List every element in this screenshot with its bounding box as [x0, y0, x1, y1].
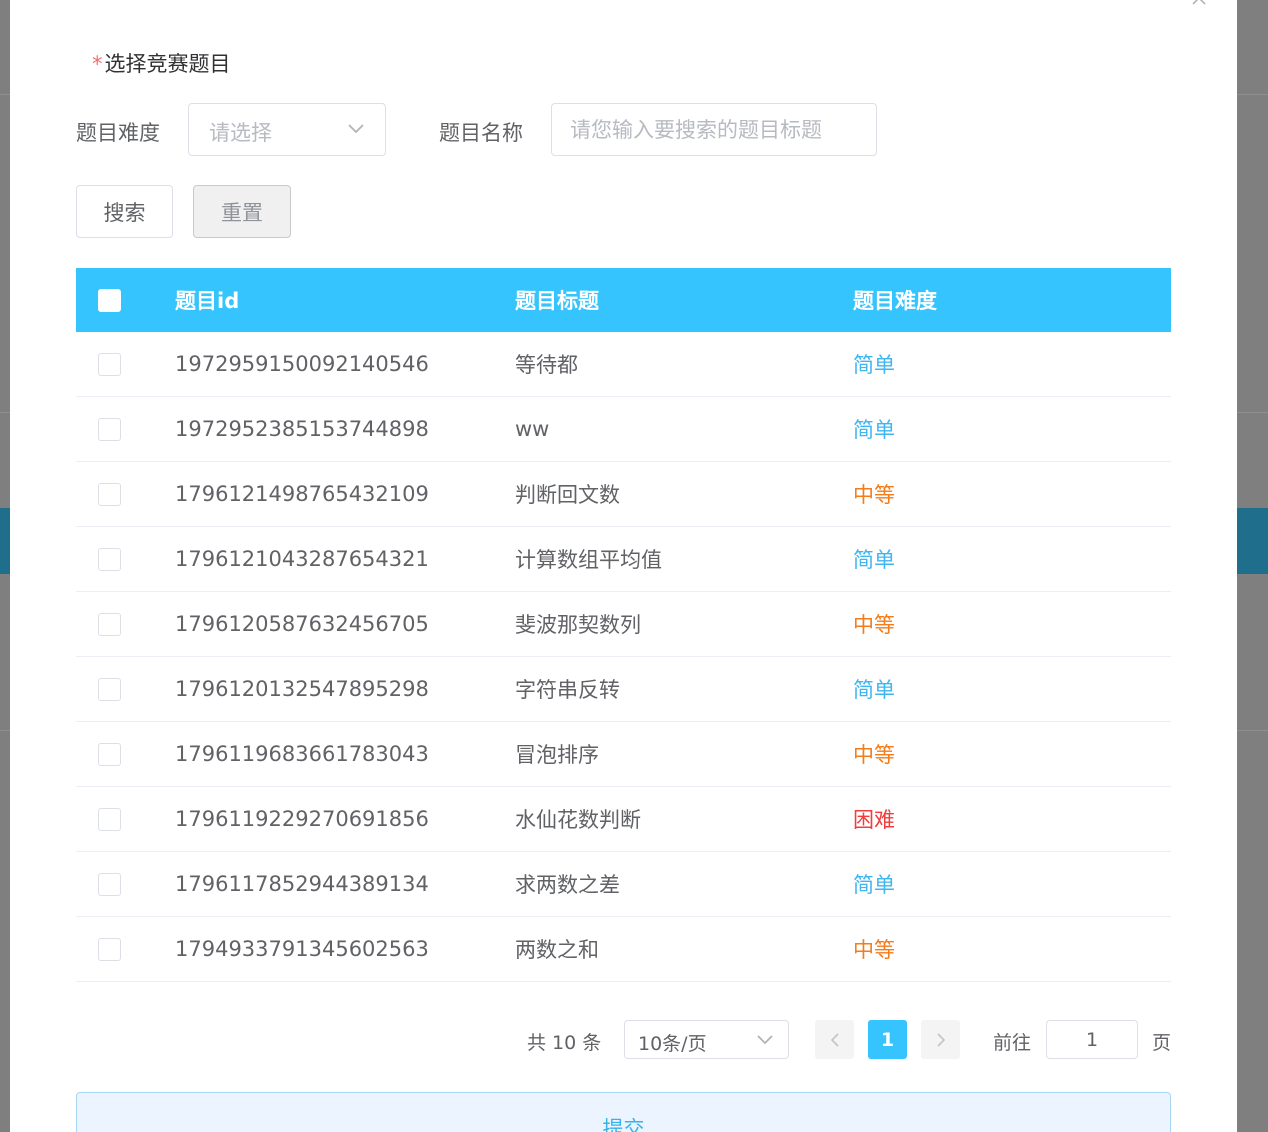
row-checkbox[interactable]	[98, 807, 121, 831]
search-button[interactable]: 搜索	[76, 185, 173, 238]
table-row: 1796117852944389134 求两数之差 简单	[76, 852, 1171, 917]
row-checkbox[interactable]	[98, 352, 121, 376]
chevron-right-icon	[936, 1032, 945, 1047]
section-title-text: 选择竞赛题目	[104, 52, 231, 76]
table-row: 1972959150092140546 等待都 简单	[76, 332, 1171, 397]
row-title: 求两数之差	[515, 873, 620, 897]
page-number-current[interactable]: 1	[868, 1020, 907, 1059]
row-id: 1796117852944389134	[175, 872, 429, 896]
row-id: 1796120587632456705	[175, 612, 429, 636]
row-title: 斐波那契数列	[515, 613, 641, 637]
row-id: 1972959150092140546	[175, 352, 429, 376]
table-row: 1796119683661783043 冒泡排序 中等	[76, 722, 1171, 787]
chevron-down-icon	[348, 124, 364, 134]
page-size-select[interactable]: 10条/页	[624, 1020, 789, 1059]
row-difficulty: 中等	[853, 938, 895, 962]
row-checkbox[interactable]	[98, 612, 121, 636]
row-checkbox[interactable]	[98, 872, 121, 896]
row-title: 计算数组平均值	[515, 548, 662, 572]
row-difficulty: 简单	[853, 873, 895, 897]
row-difficulty: 中等	[853, 613, 895, 637]
table-header: 题目id 题目标题 题目难度	[76, 268, 1171, 332]
row-id: 1796121498765432109	[175, 482, 429, 506]
row-title: 冒泡排序	[515, 743, 599, 767]
row-title: ww	[515, 417, 550, 441]
row-title: 等待都	[515, 353, 578, 377]
next-page-button[interactable]	[921, 1020, 960, 1059]
table-row: 1796120132547895298 字符串反转 简单	[76, 657, 1171, 722]
row-id: 1796121043287654321	[175, 547, 429, 571]
row-difficulty: 简单	[853, 678, 895, 702]
table-row: 1796121043287654321 计算数组平均值 简单	[76, 527, 1171, 592]
row-difficulty: 困难	[853, 808, 895, 832]
row-checkbox[interactable]	[98, 417, 121, 441]
close-icon[interactable]	[1191, 0, 1207, 6]
row-id: 1796120132547895298	[175, 677, 429, 701]
row-checkbox[interactable]	[98, 937, 121, 961]
chevron-left-icon	[830, 1032, 839, 1047]
section-title: *选择竞赛题目	[92, 48, 231, 78]
row-difficulty: 简单	[853, 353, 895, 377]
row-difficulty: 简单	[853, 548, 895, 572]
row-id: 1796119229270691856	[175, 807, 429, 831]
row-title: 字符串反转	[515, 678, 620, 702]
prev-page-button[interactable]	[815, 1020, 854, 1059]
goto-label: 前往	[993, 1032, 1032, 1054]
header-id: 题目id	[175, 289, 240, 313]
table-row: 1796119229270691856 水仙花数判断 困难	[76, 787, 1171, 852]
row-id: 1796119683661783043	[175, 742, 429, 766]
select-problems-dialog: *选择竞赛题目 题目难度 请选择 题目名称 搜索 重置 题目id 题目标题 题目…	[10, 0, 1237, 1132]
page-unit-label: 页	[1152, 1032, 1172, 1054]
chevron-down-icon	[757, 1035, 773, 1045]
goto-page-input[interactable]	[1046, 1020, 1138, 1059]
row-checkbox[interactable]	[98, 482, 121, 506]
difficulty-select-placeholder: 请选择	[209, 121, 272, 145]
row-id: 1972952385153744898	[175, 417, 429, 441]
row-title: 水仙花数判断	[515, 808, 641, 832]
problems-table: 题目id 题目标题 题目难度 1972959150092140546 等待都 简单 1…	[76, 268, 1171, 982]
row-id: 1794933791345602563	[175, 937, 429, 961]
name-label: 题目名称	[439, 121, 523, 145]
table-row: 1796121498765432109 判断回文数 中等	[76, 462, 1171, 527]
row-checkbox[interactable]	[98, 547, 121, 571]
total-count: 共 10 条	[527, 1032, 602, 1054]
required-mark: *	[92, 52, 103, 76]
pagination: 共 10 条 10条/页 1 前往 页	[10, 1020, 1237, 1059]
reset-button[interactable]: 重置	[193, 185, 291, 238]
page-size-value: 10条/页	[638, 1033, 707, 1055]
table-row: 1794933791345602563 两数之和 中等	[76, 917, 1171, 982]
table-row: 1796120587632456705 斐波那契数列 中等	[76, 592, 1171, 657]
select-all-checkbox[interactable]	[98, 288, 121, 312]
row-difficulty: 简单	[853, 418, 895, 442]
header-title: 题目标题	[515, 289, 599, 313]
header-difficulty: 题目难度	[853, 289, 937, 313]
row-difficulty: 中等	[853, 743, 895, 767]
table-row: 1972952385153744898 ww 简单	[76, 397, 1171, 462]
row-difficulty: 中等	[853, 483, 895, 507]
submit-button[interactable]: 提交	[76, 1092, 1171, 1132]
name-search-input[interactable]	[551, 103, 877, 156]
table-body: 1972959150092140546 等待都 简单 1972952385153744…	[76, 332, 1171, 982]
difficulty-label: 题目难度	[76, 121, 160, 145]
difficulty-select[interactable]: 请选择	[188, 103, 386, 156]
row-checkbox[interactable]	[98, 677, 121, 701]
row-title: 两数之和	[515, 938, 599, 962]
row-title: 判断回文数	[515, 483, 620, 507]
row-checkbox[interactable]	[98, 742, 121, 766]
